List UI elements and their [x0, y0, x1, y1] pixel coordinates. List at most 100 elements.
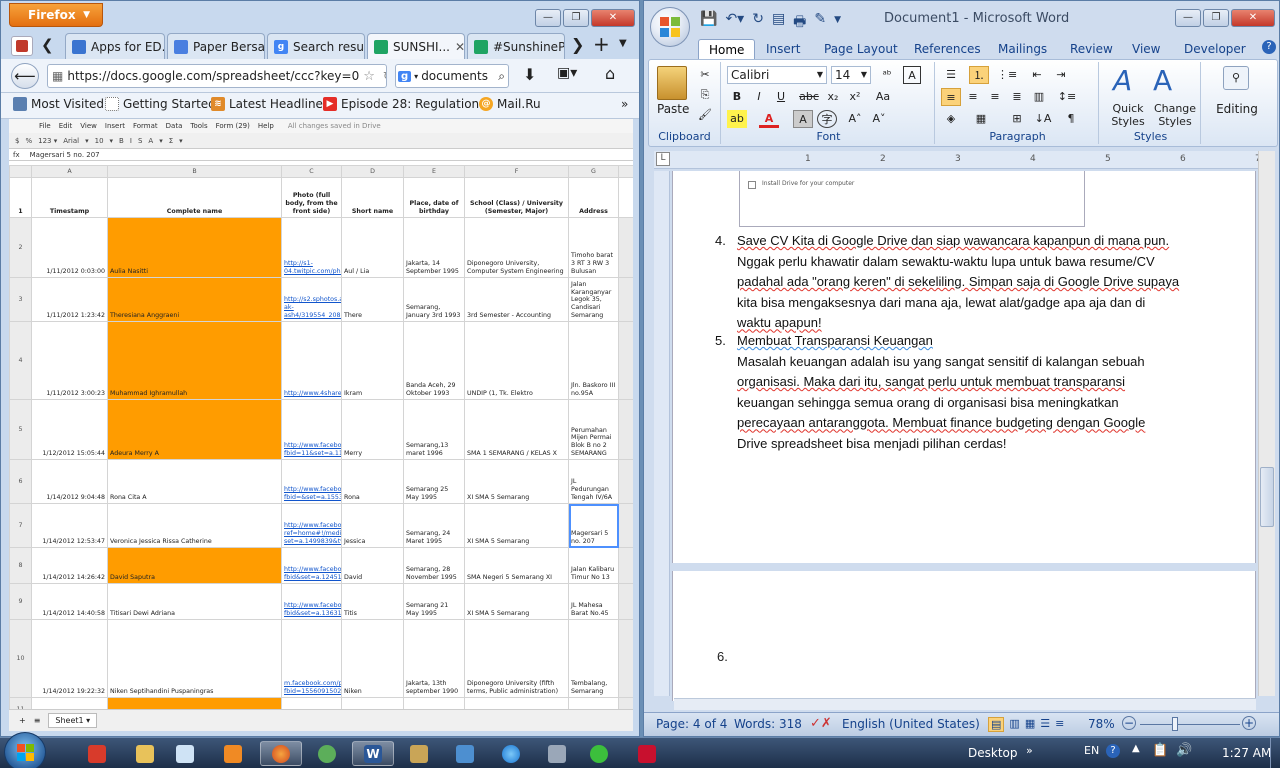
- short-name-cell[interactable]: Ikram: [341, 321, 404, 400]
- superscript-button[interactable]: x²: [845, 88, 865, 106]
- increase-indent-icon[interactable]: ⇥: [1051, 66, 1071, 84]
- quick-print-icon[interactable]: 🖶: [793, 11, 806, 35]
- name-cell[interactable]: Theresiana Anggraeni: [107, 277, 282, 322]
- column-header[interactable]: A: [31, 165, 108, 178]
- zoom-slider-thumb[interactable]: [1172, 717, 1178, 731]
- scrollbar-thumb[interactable]: [1260, 467, 1274, 527]
- quick-styles-button[interactable]: Quick Styles: [1105, 102, 1151, 128]
- row-number[interactable]: 1: [9, 177, 32, 218]
- birthday-cell[interactable]: Semarang, 24 Maret 1995: [403, 503, 465, 548]
- google-search-icon[interactable]: g: [398, 70, 412, 82]
- photo-link-cell[interactable]: http://www.facebook.com/?ref=home#!/medi…: [281, 503, 342, 548]
- name-cell[interactable]: Niken Septihandini Puspaningras: [107, 619, 282, 698]
- sheet-toolbar-button[interactable]: ▾: [159, 137, 163, 145]
- list-item-5[interactable]: 5. Membuat Transparansi Keuangan Masalah k…: [715, 331, 1192, 455]
- sheet-menu-item[interactable]: Form (29): [216, 122, 250, 130]
- binoculars-icon[interactable]: ⚲: [1223, 66, 1249, 90]
- sheet-menu-item[interactable]: File: [39, 122, 51, 130]
- language-indicator[interactable]: English (United States): [842, 717, 980, 731]
- list-tabs-icon[interactable]: ▼: [619, 38, 627, 49]
- birthday-cell[interactable]: Semarang 21 May 1995: [403, 583, 465, 620]
- row-number[interactable]: 3: [9, 277, 32, 322]
- minimize-button[interactable]: —: [1175, 9, 1201, 27]
- timestamp-cell[interactable]: 1/12/2012 15:05:44: [31, 399, 108, 460]
- short-name-cell[interactable]: Merry: [341, 399, 404, 460]
- short-name-cell[interactable]: Niken: [341, 619, 404, 698]
- home-icon[interactable]: ⌂: [605, 64, 615, 83]
- column-header[interactable]: G: [568, 165, 619, 178]
- birthday-cell[interactable]: Semarang, 28 November 1995: [403, 547, 465, 584]
- asian-layout-icon[interactable]: ⊞: [1007, 110, 1027, 128]
- character-shading-icon[interactable]: A: [793, 110, 813, 128]
- tab-page-layout[interactable]: Page Layout: [814, 39, 908, 59]
- format-painter-icon[interactable]: 🖌: [695, 106, 715, 124]
- school-cell[interactable]: XI SMA 5 Semarang: [464, 459, 569, 504]
- address-cell[interactable]: Jalan Karanganyar Legok 35, Candisari Se…: [568, 277, 619, 322]
- sheet-toolbar-button[interactable]: 10: [95, 137, 104, 145]
- minimize-button[interactable]: —: [535, 9, 561, 27]
- embedded-image[interactable]: Install Drive for your computer: [739, 171, 1085, 227]
- clear-format-icon[interactable]: ᵃᵇ: [877, 66, 897, 84]
- sheet-toolbar-button[interactable]: Arial: [63, 137, 79, 145]
- numbering-icon[interactable]: ⒈: [969, 66, 989, 84]
- spelling-icon[interactable]: ✎: [814, 11, 826, 35]
- maximize-button[interactable]: ❐: [1203, 9, 1229, 27]
- sheet-list-icon[interactable]: ≡: [34, 716, 41, 725]
- customize-qat-icon[interactable]: ▼: [834, 11, 841, 35]
- change-case-icon[interactable]: Aa: [873, 88, 893, 106]
- bookmark-star-icon[interactable]: ☆: [363, 69, 375, 84]
- row-number[interactable]: 7: [9, 503, 32, 548]
- show-desktop-button[interactable]: [1270, 738, 1280, 768]
- tab-sunshine-active[interactable]: SUNSHI... ✕: [367, 33, 465, 59]
- tab-view[interactable]: View: [1122, 39, 1170, 59]
- corner-cell[interactable]: [9, 165, 32, 178]
- font-size-select[interactable]: 14 ▼: [831, 66, 871, 84]
- language-indicator[interactable]: EN: [1084, 744, 1099, 757]
- school-cell[interactable]: SMA 1 SEMARANG / KELAS X: [464, 399, 569, 460]
- close-button[interactable]: ✕: [591, 9, 635, 27]
- volume-icon[interactable]: 🔊: [1176, 743, 1192, 758]
- birthday-cell[interactable]: Semarang,13 maret 1996: [403, 399, 465, 460]
- address-cell[interactable]: Perumahan Mijen Permai Blok B no 2 SEMAR…: [568, 399, 619, 460]
- show-hidden-icons[interactable]: ▲: [1132, 743, 1140, 754]
- school-cell[interactable]: XI SMA 5 Semarang: [464, 503, 569, 548]
- name-cell[interactable]: Veronica Jessica Rissa Catherine: [107, 503, 282, 548]
- align-left-icon[interactable]: ≡: [941, 88, 961, 106]
- multilevel-list-icon[interactable]: ⋮≡: [997, 66, 1017, 84]
- search-input[interactable]: documents: [421, 69, 488, 83]
- editing-button[interactable]: Editing: [1207, 102, 1267, 116]
- timestamp-cell[interactable]: 1/11/2012 3:00:23: [31, 321, 108, 400]
- school-cell[interactable]: UNDIP (1, Tk. Elektro: [464, 321, 569, 400]
- taskbar-word[interactable]: W: [352, 741, 394, 766]
- birthday-cell[interactable]: Banda Aceh, 29 Oktober 1993: [403, 321, 465, 400]
- sheet-toolbar-button[interactable]: B: [119, 137, 124, 145]
- url-bar[interactable]: ▦ https://docs.google.com/spreadsheet/cc…: [47, 64, 387, 88]
- school-cell[interactable]: SMA Negeri 5 Semarang XI: [464, 547, 569, 584]
- horizontal-scrollbar[interactable]: [674, 698, 1256, 710]
- sheet-menu-item[interactable]: Format: [133, 122, 158, 130]
- bookmark-getting-started[interactable]: Getting Started: [105, 97, 216, 111]
- tab-scroll-left-icon[interactable]: ❮: [41, 36, 54, 54]
- taskbar-notepad[interactable]: [164, 741, 206, 766]
- reload-icon[interactable]: ↻: [379, 69, 386, 83]
- sheet-toolbar-button[interactable]: ▾: [179, 137, 183, 145]
- zoom-slider[interactable]: [1140, 724, 1240, 725]
- column-header[interactable]: C: [281, 165, 342, 178]
- taskbar-chat[interactable]: [578, 741, 620, 766]
- sheet-toolbar-button[interactable]: I: [130, 137, 132, 145]
- tab-apps-for-edu[interactable]: Apps for ED...: [65, 33, 165, 59]
- zoom-out-button[interactable]: −: [1122, 716, 1136, 730]
- sheet-menu-item[interactable]: Help: [258, 122, 274, 130]
- character-border-icon[interactable]: A: [903, 66, 921, 84]
- maximize-button[interactable]: ❐: [563, 9, 589, 27]
- row-number[interactable]: 10: [9, 619, 32, 698]
- sheet-scrollbar[interactable]: [618, 321, 633, 400]
- address-cell[interactable]: JL Mahesa Barat No.45: [568, 583, 619, 620]
- header-cell[interactable]: Timestamp: [31, 177, 108, 218]
- show-formatting-icon[interactable]: ¶: [1061, 110, 1081, 128]
- list-item-4[interactable]: 4. Save CV Kita di Google Drive dan siap …: [715, 231, 1192, 334]
- help-icon[interactable]: ?: [1106, 744, 1120, 758]
- formula-input[interactable]: Magersari 5 no. 207: [30, 151, 100, 159]
- copy-icon[interactable]: ⎘: [695, 86, 715, 104]
- draft-icon[interactable]: ≡: [1055, 717, 1064, 732]
